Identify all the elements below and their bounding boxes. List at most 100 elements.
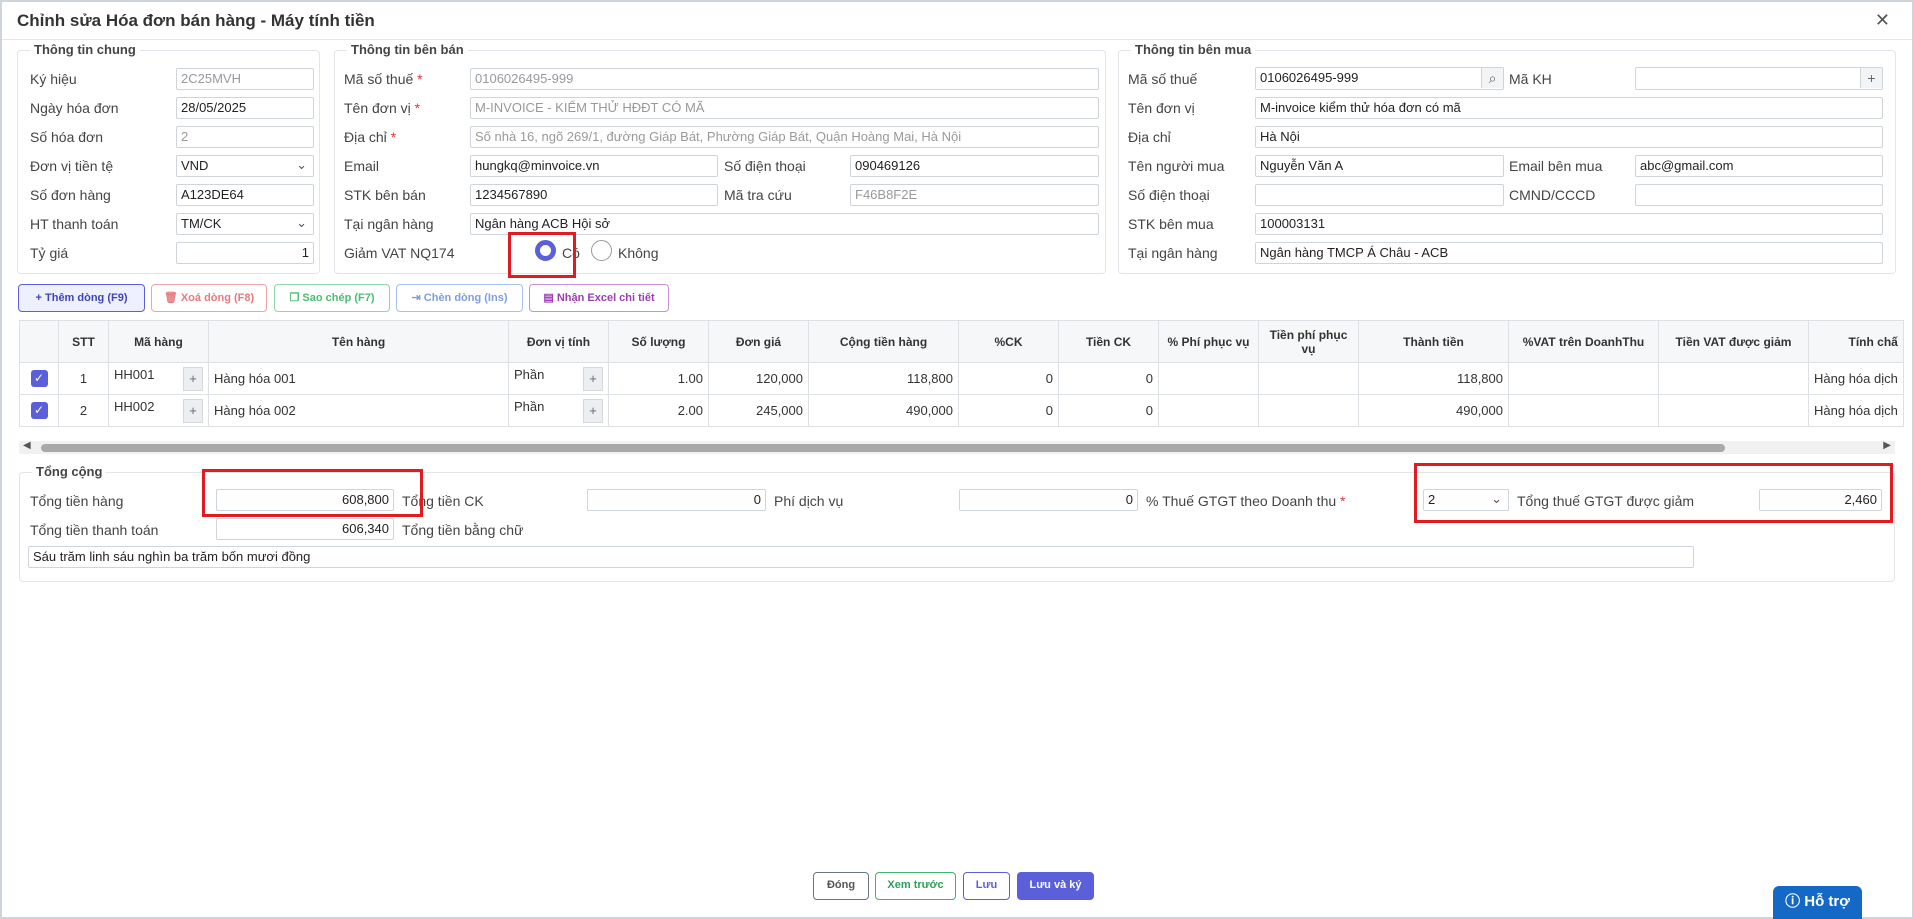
seller-email-field[interactable]: hungkq@minvoice.vn [470,155,718,177]
cell-vat-pct[interactable] [1508,362,1659,395]
add-unit-icon[interactable]: + [583,398,603,423]
row-checkbox[interactable]: ✓ [30,402,48,419]
buyer-address-field[interactable]: Hà Nội [1255,126,1883,148]
import-excel-button[interactable]: ▤ Nhận Excel chi tiết [529,284,669,312]
cell-price[interactable]: 120,000 [708,362,809,395]
id-card-field[interactable] [1635,184,1883,206]
add-item-icon[interactable]: + [183,366,203,391]
vat-reduction-yes-radio[interactable] [535,240,556,261]
search-icon[interactable]: ⌕ [1481,68,1503,88]
buyer-tax-code-field[interactable]: 0106026495-999 ⌕ [1255,67,1504,90]
cell-disc-amt[interactable]: 0 [1058,394,1159,427]
cell-nature[interactable]: Hàng hóa dịch [1808,394,1904,427]
scroll-right-icon[interactable]: ▶ [1883,440,1891,451]
save-button[interactable]: Lưu [963,872,1010,900]
cell-unit[interactable]: Phần + [508,362,609,395]
plus-icon: + [35,292,42,304]
payment-method-select[interactable]: TM/CK ⌄ [176,213,314,235]
add-row-label: Thêm dòng (F9) [45,292,128,304]
invoice-number-field[interactable]: 2 [176,126,314,148]
cell-svc-amt[interactable] [1258,362,1359,395]
seller-address-label: Địa chỉ * [344,129,397,145]
add-row-button[interactable]: + Thêm dòng (F9) [18,284,145,312]
currency-select[interactable]: VND ⌄ [176,155,314,177]
cell-code[interactable]: HH001 + [108,362,209,395]
lookup-code-field[interactable]: F46B8F2E [850,184,1099,206]
cell-svc-pct[interactable] [1158,362,1259,395]
cell-vat-pct[interactable] [1508,394,1659,427]
cell-disc-amt[interactable]: 0 [1058,362,1159,395]
payment-total-field[interactable]: 606,340 [216,518,394,540]
close-button[interactable]: Đóng [813,872,869,900]
symbol-field[interactable]: 2C25MVH [176,68,314,90]
customer-code-field[interactable]: + [1635,67,1883,90]
seller-bank-field[interactable]: Ngân hàng ACB Hội sở [470,213,1099,235]
cell-subtotal[interactable]: 490,000 [808,394,959,427]
cell-code-value: HH001 [114,366,155,382]
seller-tax-code-field[interactable]: 0106026495-999 [470,68,1099,90]
cell-qty[interactable]: 1.00 [608,362,709,395]
add-customer-icon[interactable]: + [1860,68,1882,88]
seller-bank-account-field[interactable]: 1234567890 [470,184,718,206]
vat-reduced-total-field[interactable]: 2,460 [1759,489,1882,511]
seller-address-field[interactable]: Số nhà 16, ngõ 269/1, đường Giáp Bát, Ph… [470,126,1099,148]
cell-code[interactable]: HH002 + [108,394,209,427]
service-fee-field[interactable]: 0 [959,489,1138,511]
order-number-field[interactable]: A123DE64 [176,184,314,206]
vat-rate-value: 2 [1428,492,1436,507]
buyer-phone-field[interactable] [1255,184,1504,206]
seller-phone-field[interactable]: 090469126 [850,155,1099,177]
cell-disc-pct[interactable]: 0 [958,362,1059,395]
seller-unit-name-field[interactable]: M-INVOICE - KIỂM THỬ HĐĐT CÓ MÃ [470,97,1099,119]
add-item-icon[interactable]: + [183,398,203,423]
id-card-label: CMND/CCCD [1509,187,1596,203]
insert-row-button[interactable]: ⇥ Chèn dòng (Ins) [396,284,523,312]
buyer-tax-code-label: Mã số thuế [1128,71,1198,87]
col-header-disc-amt: Tiền CK [1058,320,1159,363]
buyer-tax-code-value: 0106026495-999 [1260,70,1359,85]
close-icon[interactable]: ✕ [1875,10,1890,31]
buyer-unit-name-field[interactable]: M-invoice kiểm thử hóa đơn có mã [1255,97,1883,119]
buyer-bank-field[interactable]: Ngân hàng TMCP Á Châu - ACB [1255,242,1883,264]
cell-disc-pct[interactable]: 0 [958,394,1059,427]
preview-button[interactable]: Xem trước [875,872,956,900]
payment-total-label: Tổng tiền thanh toán [30,522,159,538]
table-row[interactable]: ✓ 2 HH002 + Hàng hóa 002 Phần + 2.00 245,0… [19,394,1904,427]
discount-total-field[interactable]: 0 [587,489,766,511]
cell-subtotal[interactable]: 118,800 [808,362,959,395]
cell-svc-amt[interactable] [1258,394,1359,427]
cell-unit[interactable]: Phần + [508,394,609,427]
delete-row-button[interactable]: 🗑 Xoá dòng (F8) [151,284,267,312]
copy-button[interactable]: ❐ Sao chép (F7) [274,284,390,312]
cell-qty[interactable]: 2.00 [608,394,709,427]
buyer-name-field[interactable]: Nguyễn Văn A [1255,155,1504,177]
table-horizontal-scrollbar[interactable]: ◀ ▶ [19,440,1895,454]
cell-vat-reduced[interactable] [1658,362,1809,395]
cell-price[interactable]: 245,000 [708,394,809,427]
goods-total-field[interactable]: 608,800 [216,489,394,511]
cell-name[interactable]: Hàng hóa 001 [208,362,509,395]
exchange-rate-field[interactable]: 1 [176,242,314,264]
add-unit-icon[interactable]: + [583,366,603,391]
cell-total[interactable]: 118,800 [1358,362,1509,395]
help-button[interactable]: ⓘ Hỗ trợ [1773,886,1862,919]
copy-icon: ❐ [289,292,300,304]
vat-rate-select[interactable]: 2 ⌄ [1423,489,1509,511]
cell-svc-pct[interactable] [1158,394,1259,427]
cell-nature[interactable]: Hàng hóa dịch [1808,362,1904,395]
cell-total[interactable]: 490,000 [1358,394,1509,427]
row-checkbox[interactable]: ✓ [30,370,48,387]
general-info-panel: Thông tin chung Ký hiệu 2C25MVH Ngày hóa… [17,42,320,274]
cell-name[interactable]: Hàng hóa 002 [208,394,509,427]
buyer-bank-account-field[interactable]: 100003131 [1255,213,1883,235]
save-and-sign-button[interactable]: Lưu và ký [1017,872,1094,900]
amount-in-words-field[interactable]: Sáu trăm linh sáu nghìn ba trăm bốn mươi… [28,546,1694,568]
vat-reduction-no-radio[interactable] [591,240,612,261]
scrollbar-thumb[interactable] [41,444,1725,452]
seller-info-panel: Thông tin bên bán Mã số thuế * 010602649… [334,42,1106,274]
scroll-left-icon[interactable]: ◀ [23,440,31,451]
buyer-email-field[interactable]: abc@gmail.com [1635,155,1883,177]
invoice-date-field[interactable]: 28/05/2025 [176,97,314,119]
table-row[interactable]: ✓ 1 HH001 + Hàng hóa 001 Phần + 1.00 120,0… [19,362,1904,395]
cell-vat-reduced[interactable] [1658,394,1809,427]
